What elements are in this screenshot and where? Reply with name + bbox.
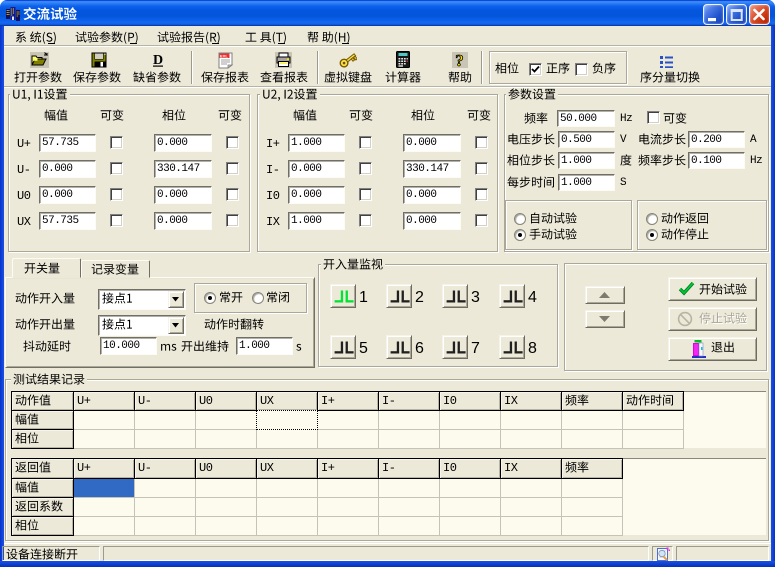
svg-text:?: ? [455,52,464,68]
svg-text:EXL: EXL [220,53,228,58]
